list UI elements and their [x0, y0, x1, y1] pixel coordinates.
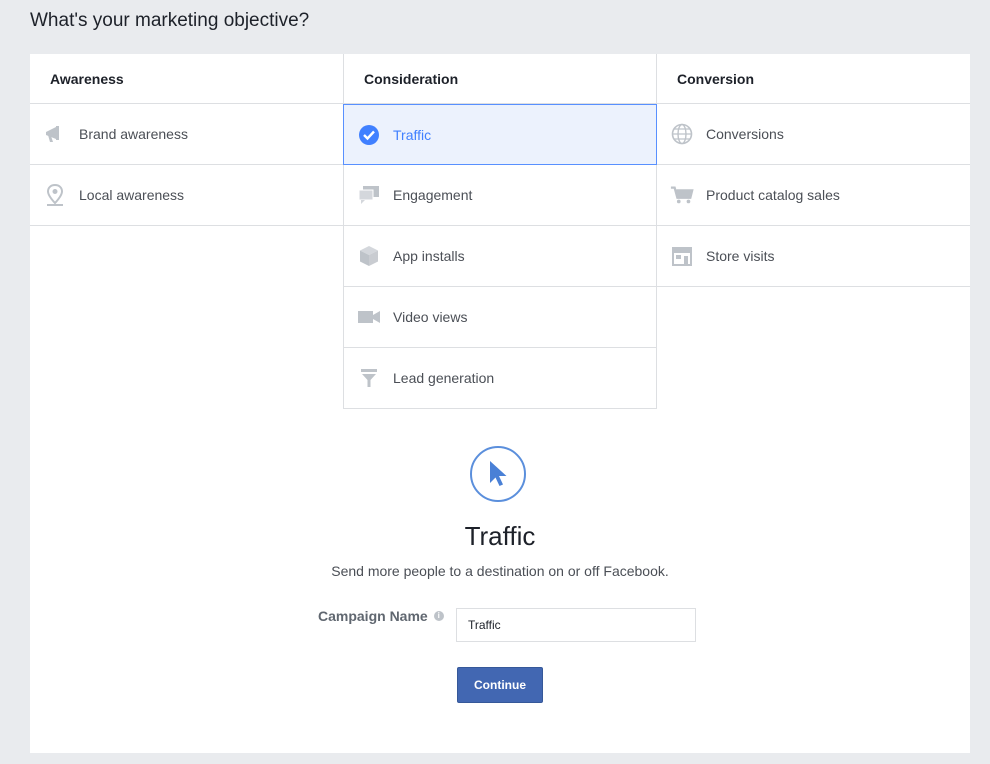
option-label: Traffic: [393, 126, 432, 143]
campaign-name-label: Campaign Name i: [318, 608, 444, 624]
awareness-column: Awareness Brand awareness Local awarenes…: [30, 54, 343, 226]
consideration-column: Consideration Traffic Engagement App ins…: [343, 54, 657, 409]
box-icon: [357, 244, 381, 268]
megaphone-icon: [43, 122, 67, 146]
option-engagement[interactable]: Engagement: [343, 165, 657, 226]
option-label: Conversions: [706, 126, 784, 142]
continue-button[interactable]: Continue: [457, 667, 543, 703]
option-label: Brand awareness: [79, 126, 188, 142]
option-label: Local awareness: [79, 187, 185, 203]
option-product-catalog-sales[interactable]: Product catalog sales: [657, 165, 970, 226]
objective-title: Traffic: [464, 521, 536, 551]
option-store-visits[interactable]: Store visits: [657, 226, 970, 287]
column-heading-conversion: Conversion: [657, 54, 970, 104]
option-conversions[interactable]: Conversions: [657, 104, 970, 165]
column-heading-awareness: Awareness: [30, 54, 343, 104]
column-heading-consideration: Consideration: [343, 54, 657, 104]
option-label: Product catalog sales: [706, 187, 840, 203]
storefront-icon: [670, 244, 694, 268]
option-app-installs[interactable]: App installs: [343, 226, 657, 287]
option-label: Engagement: [393, 187, 473, 203]
check-circle-icon: [357, 123, 381, 147]
option-brand-awareness[interactable]: Brand awareness: [30, 104, 343, 165]
shopping-cart-icon: [670, 183, 694, 207]
option-label: App installs: [393, 248, 465, 264]
page-title: What's your marketing objective?: [30, 10, 310, 31]
cursor-icon: [470, 446, 526, 502]
option-label: Video views: [393, 309, 468, 325]
funnel-icon: [357, 366, 381, 390]
objective-panel: Awareness Brand awareness Local awarenes…: [30, 54, 970, 753]
campaign-name-label-text: Campaign Name: [318, 608, 428, 624]
globe-icon: [670, 122, 694, 146]
option-label: Store visits: [706, 248, 775, 264]
option-video-views[interactable]: Video views: [343, 287, 657, 348]
info-icon[interactable]: i: [433, 611, 444, 621]
map-pin-icon: [43, 183, 67, 207]
option-local-awareness[interactable]: Local awareness: [30, 165, 343, 226]
conversion-column: Conversion Conversions Product catalog s…: [657, 54, 970, 287]
option-lead-generation[interactable]: Lead generation: [343, 348, 657, 409]
campaign-name-input[interactable]: [456, 608, 696, 642]
chat-bubbles-icon: [357, 183, 381, 207]
option-label: Lead generation: [393, 370, 495, 386]
option-traffic[interactable]: Traffic: [343, 104, 657, 165]
video-camera-icon: [357, 305, 381, 329]
objective-description: Send more people to a destination on or …: [331, 563, 669, 579]
